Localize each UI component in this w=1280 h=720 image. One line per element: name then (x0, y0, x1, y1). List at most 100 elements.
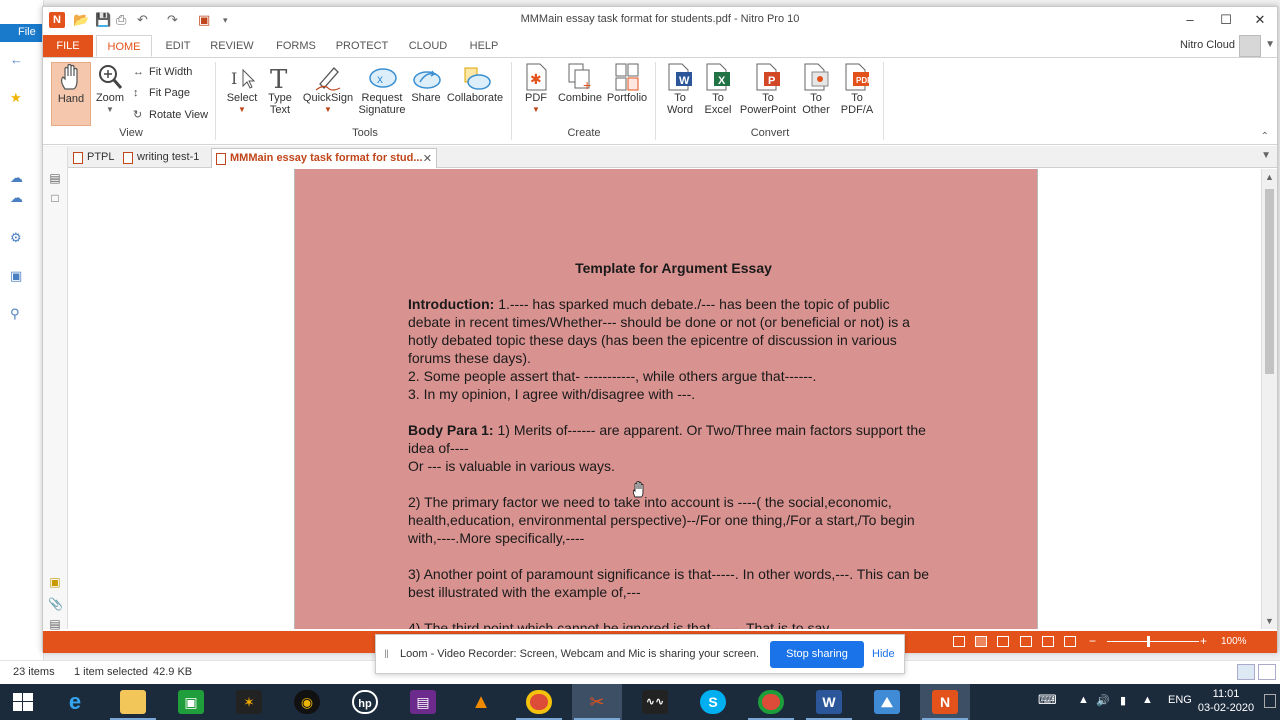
single-page-view-icon[interactable] (953, 636, 965, 647)
tab-review[interactable]: REVIEW (207, 35, 257, 57)
to-excel-button[interactable]: X To Excel (701, 62, 735, 116)
photos-taskbar[interactable]: ⛰ (862, 684, 912, 720)
presentation-app-taskbar[interactable]: ▤ (398, 684, 448, 720)
minimize-button[interactable]: – (1175, 10, 1205, 30)
type-text-button[interactable]: T Type Text (263, 62, 297, 116)
tab-forms[interactable]: FORMS (271, 35, 321, 57)
snipping-tool-taskbar[interactable]: ✂ (572, 684, 622, 720)
store-taskbar[interactable]: ▣ (166, 684, 216, 720)
rotate-view-button[interactable]: ↻ Rotate View (133, 108, 208, 121)
tab-home[interactable]: HOME (96, 35, 152, 57)
scrollbar-thumb[interactable] (1265, 189, 1274, 374)
close-icon[interactable]: ✕ (423, 152, 432, 165)
nitro-cloud-link[interactable]: Nitro Cloud (1180, 39, 1235, 51)
output-icon[interactable]: ▤ (48, 617, 62, 631)
media-app-taskbar[interactable]: ◉ (282, 684, 332, 720)
audio-app-taskbar[interactable]: ∿∿ (630, 684, 680, 720)
zoom-slider[interactable] (1107, 641, 1199, 642)
collaborate-icon (461, 62, 491, 92)
keyboard-icon[interactable]: ⌨ (1038, 692, 1057, 708)
network-icon[interactable]: ⚲ (10, 306, 28, 322)
paint-app-taskbar[interactable]: ✶ (224, 684, 274, 720)
tab-help[interactable]: HELP (467, 35, 501, 57)
fit-width-button[interactable]: ↔ Fit Width (133, 66, 192, 78)
nitro-pro-taskbar[interactable]: N (920, 684, 970, 720)
large-icons-view-button[interactable] (1258, 664, 1276, 680)
notifications-icon[interactable] (1264, 694, 1276, 708)
scroll-up-icon[interactable]: ▲ (1265, 172, 1274, 182)
this-pc-icon[interactable]: ▣ (10, 268, 28, 284)
select-button[interactable]: I Select ▼ (225, 62, 259, 116)
clock[interactable]: 11:01 03-02-2020 (1196, 687, 1256, 715)
wifi-icon[interactable]: ▲ (1142, 694, 1153, 706)
star-icon[interactable]: ★ (10, 90, 28, 106)
collapse-ribbon-icon[interactable]: ⌃ (1261, 131, 1269, 142)
vlc-taskbar[interactable]: ▲ (456, 684, 506, 720)
facing-continuous-view-icon[interactable] (1020, 636, 1032, 647)
fit-window-icon[interactable] (1042, 636, 1054, 647)
file-explorer-taskbar[interactable] (108, 684, 158, 720)
zoom-button[interactable]: Zoom ▼ (93, 62, 127, 116)
close-button[interactable]: ✕ (1245, 10, 1275, 30)
chevron-down-icon[interactable]: ▼ (1265, 39, 1275, 50)
details-view-button[interactable] (1237, 664, 1255, 680)
vertical-scrollbar[interactable]: ▲ ▼ (1261, 169, 1277, 629)
hide-button[interactable]: Hide (872, 648, 895, 660)
explorer-file-tab[interactable]: File (0, 24, 42, 42)
document-canvas[interactable]: Template for Argument Essay Introduction… (68, 169, 1263, 629)
tab-protect[interactable]: PROTECT (335, 35, 389, 57)
volume-icon[interactable]: 🔊 (1096, 694, 1110, 707)
request-signature-button[interactable]: x Request Signature (357, 62, 407, 116)
to-pdfa-button[interactable]: PDF To PDF/A (837, 62, 877, 116)
word-taskbar[interactable]: W (804, 684, 854, 720)
skype-taskbar[interactable]: S (688, 684, 738, 720)
zoom-level[interactable]: 100% (1221, 636, 1247, 647)
to-word-button[interactable]: W To Word (663, 62, 697, 116)
comments-icon[interactable]: ▣ (48, 575, 62, 589)
avatar[interactable] (1239, 35, 1261, 57)
battery-icon[interactable]: ▮ (1120, 694, 1126, 707)
combine-button[interactable]: + Combine (557, 62, 603, 104)
tab-document-essay[interactable]: MMMain essay task format for stud... ✕ (211, 148, 437, 168)
share-button[interactable]: Share (409, 62, 443, 104)
back-arrow-icon[interactable]: ← (10, 52, 28, 68)
tab-document-ptpl[interactable]: PTPL (69, 148, 119, 168)
chevron-up-icon[interactable]: ▲ (1078, 694, 1089, 706)
fit-page-button[interactable]: ↕ Fit Page (133, 87, 190, 99)
drag-handle-icon[interactable]: ‖ (384, 647, 389, 661)
chevron-down-icon[interactable]: ▼ (1261, 150, 1271, 161)
to-powerpoint-button[interactable]: P To PowerPoint (739, 62, 797, 116)
facing-view-icon[interactable] (997, 636, 1009, 647)
tab-edit[interactable]: EDIT (158, 35, 198, 57)
hp-app-taskbar[interactable]: hp (340, 684, 390, 720)
language-indicator[interactable]: ENG (1168, 694, 1192, 706)
pages-icon[interactable]: ▤ (48, 171, 62, 185)
quicksign-button[interactable]: QuickSign ▼ (301, 62, 355, 116)
hand-tool-button[interactable]: Hand (51, 62, 91, 126)
zoom-out-button[interactable]: − (1089, 634, 1096, 648)
create-pdf-button[interactable]: ✱ PDF ▼ (519, 62, 553, 116)
full-screen-icon[interactable] (1064, 636, 1076, 647)
chrome-profile-taskbar[interactable] (746, 684, 796, 720)
bookmarks-icon[interactable]: □ (48, 191, 62, 205)
scroll-down-icon[interactable]: ▼ (1265, 616, 1274, 626)
file-menu[interactable]: FILE (43, 35, 93, 57)
internet-explorer-taskbar[interactable]: e (50, 684, 100, 720)
homegroup-icon[interactable]: ⚙ (10, 230, 28, 246)
zoom-slider-handle[interactable] (1147, 636, 1150, 647)
continuous-view-icon[interactable] (975, 636, 987, 647)
chrome-taskbar[interactable] (514, 684, 564, 720)
pdf-page[interactable]: Template for Argument Essay Introduction… (294, 169, 1038, 629)
zoom-in-button[interactable]: + (1200, 634, 1207, 648)
portfolio-button[interactable]: Portfolio (605, 62, 649, 104)
onedrive-icon[interactable]: ☁ (10, 170, 28, 186)
collaborate-button[interactable]: Collaborate (445, 62, 505, 104)
stop-sharing-button[interactable]: Stop sharing (770, 641, 864, 668)
start-button[interactable] (0, 684, 50, 720)
tab-document-writing-test[interactable]: writing test-1 (119, 148, 203, 168)
tab-cloud[interactable]: CLOUD (404, 35, 452, 57)
to-other-button[interactable]: To Other (797, 62, 835, 116)
attachments-icon[interactable]: 📎 (48, 597, 63, 611)
maximize-button[interactable]: ☐ (1211, 10, 1241, 30)
onedrive-icon[interactable]: ☁ (10, 190, 28, 206)
